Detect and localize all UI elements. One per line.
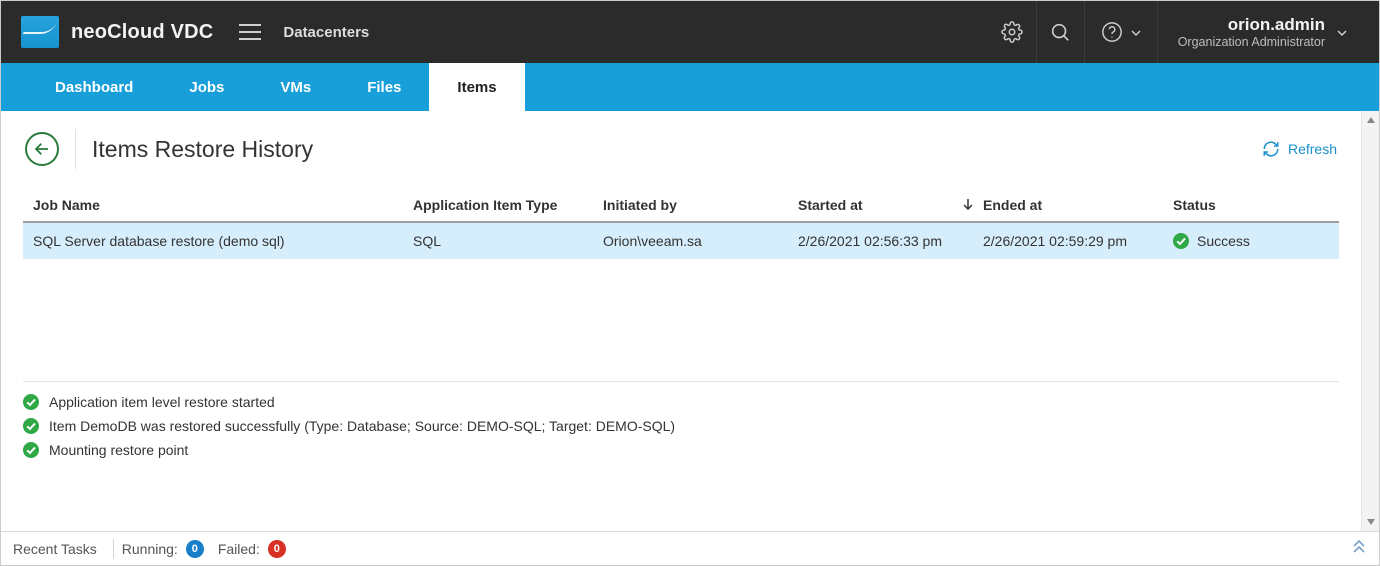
user-role: Organization Administrator: [1178, 35, 1325, 49]
col-started-at[interactable]: Started at: [798, 197, 983, 213]
log-entry: Item DemoDB was restored successfully (T…: [23, 418, 1339, 434]
logo-icon: [21, 16, 59, 48]
app-name: neoCloud VDC: [71, 21, 213, 44]
top-bar: neoCloud VDC Datacenters orion.admin Org…: [1, 1, 1379, 63]
running-stat[interactable]: Running: 0: [122, 540, 204, 558]
tab-jobs[interactable]: Jobs: [161, 63, 252, 111]
tab-items[interactable]: Items: [429, 63, 524, 111]
log-entry: Application item level restore started: [23, 394, 1339, 410]
expand-panel-button[interactable]: [1351, 540, 1367, 557]
cell-app-item-type: SQL: [413, 233, 603, 249]
col-initiated-by[interactable]: Initiated by: [603, 197, 798, 213]
content: Items Restore History Refresh Job Name A…: [1, 111, 1361, 531]
cell-initiated-by: Orion\veeam.sa: [603, 233, 798, 249]
cell-started-at: 2/26/2021 02:56:33 pm: [798, 233, 983, 249]
table-row[interactable]: SQL Server database restore (demo sql) S…: [23, 223, 1339, 259]
scroll-track[interactable]: [1362, 129, 1379, 513]
log-text: Mounting restore point: [49, 442, 188, 458]
bottom-bar: Recent Tasks Running: 0 Failed: 0: [1, 531, 1379, 565]
col-ended-at[interactable]: Ended at: [983, 197, 1173, 213]
menu-icon[interactable]: [239, 23, 261, 41]
col-status[interactable]: Status: [1173, 197, 1329, 213]
scroll-down-button[interactable]: [1362, 513, 1379, 531]
running-label: Running:: [122, 541, 178, 557]
col-started-at-label: Started at: [798, 197, 863, 213]
table-header: Job Name Application Item Type Initiated…: [23, 189, 1339, 223]
scrollbar[interactable]: [1361, 111, 1379, 531]
search-button[interactable]: [1036, 1, 1084, 63]
log-entry: Mounting restore point: [23, 442, 1339, 458]
cell-status: Success: [1173, 233, 1329, 249]
failed-stat[interactable]: Failed: 0: [218, 540, 286, 558]
success-icon: [23, 442, 39, 458]
refresh-label: Refresh: [1288, 141, 1337, 157]
divider: [113, 539, 114, 559]
chevron-down-icon: [1337, 24, 1347, 40]
settings-button[interactable]: [988, 1, 1036, 63]
back-button[interactable]: [25, 132, 59, 166]
chevron-down-icon: [1131, 24, 1141, 40]
recent-tasks-label: Recent Tasks: [13, 541, 105, 557]
refresh-button[interactable]: Refresh: [1262, 140, 1337, 158]
tab-vms[interactable]: VMs: [252, 63, 339, 111]
top-right-group: orion.admin Organization Administrator: [988, 1, 1355, 63]
success-icon: [23, 418, 39, 434]
cell-status-text: Success: [1197, 233, 1250, 249]
history-table: Job Name Application Item Type Initiated…: [23, 189, 1339, 259]
failed-count-badge: 0: [268, 540, 286, 558]
scroll-up-button[interactable]: [1362, 111, 1379, 129]
page-header: Items Restore History Refresh: [1, 111, 1361, 183]
col-job-name[interactable]: Job Name: [33, 197, 413, 213]
success-icon: [23, 394, 39, 410]
help-button[interactable]: [1084, 1, 1157, 63]
user-name: orion.admin: [1228, 15, 1325, 35]
app-brand: neoCloud VDC: [21, 16, 213, 48]
cell-ended-at: 2/26/2021 02:59:29 pm: [983, 233, 1173, 249]
failed-label: Failed:: [218, 541, 260, 557]
running-count-badge: 0: [186, 540, 204, 558]
tab-dashboard[interactable]: Dashboard: [27, 63, 161, 111]
col-app-item-type[interactable]: Application Item Type: [413, 197, 603, 213]
sort-desc-icon: [963, 197, 973, 213]
log-text: Item DemoDB was restored successfully (T…: [49, 418, 675, 434]
log-list: Application item level restore started I…: [1, 382, 1361, 468]
success-icon: [1173, 233, 1189, 249]
tab-files[interactable]: Files: [339, 63, 429, 111]
tab-bar: Dashboard Jobs VMs Files Items: [1, 63, 1379, 111]
datacenters-link[interactable]: Datacenters: [283, 24, 369, 41]
log-text: Application item level restore started: [49, 394, 275, 410]
divider: [75, 129, 76, 169]
cell-job-name: SQL Server database restore (demo sql): [33, 233, 413, 249]
content-outer: Items Restore History Refresh Job Name A…: [1, 111, 1379, 531]
page-title: Items Restore History: [92, 136, 313, 163]
user-menu[interactable]: orion.admin Organization Administrator: [1157, 1, 1355, 63]
